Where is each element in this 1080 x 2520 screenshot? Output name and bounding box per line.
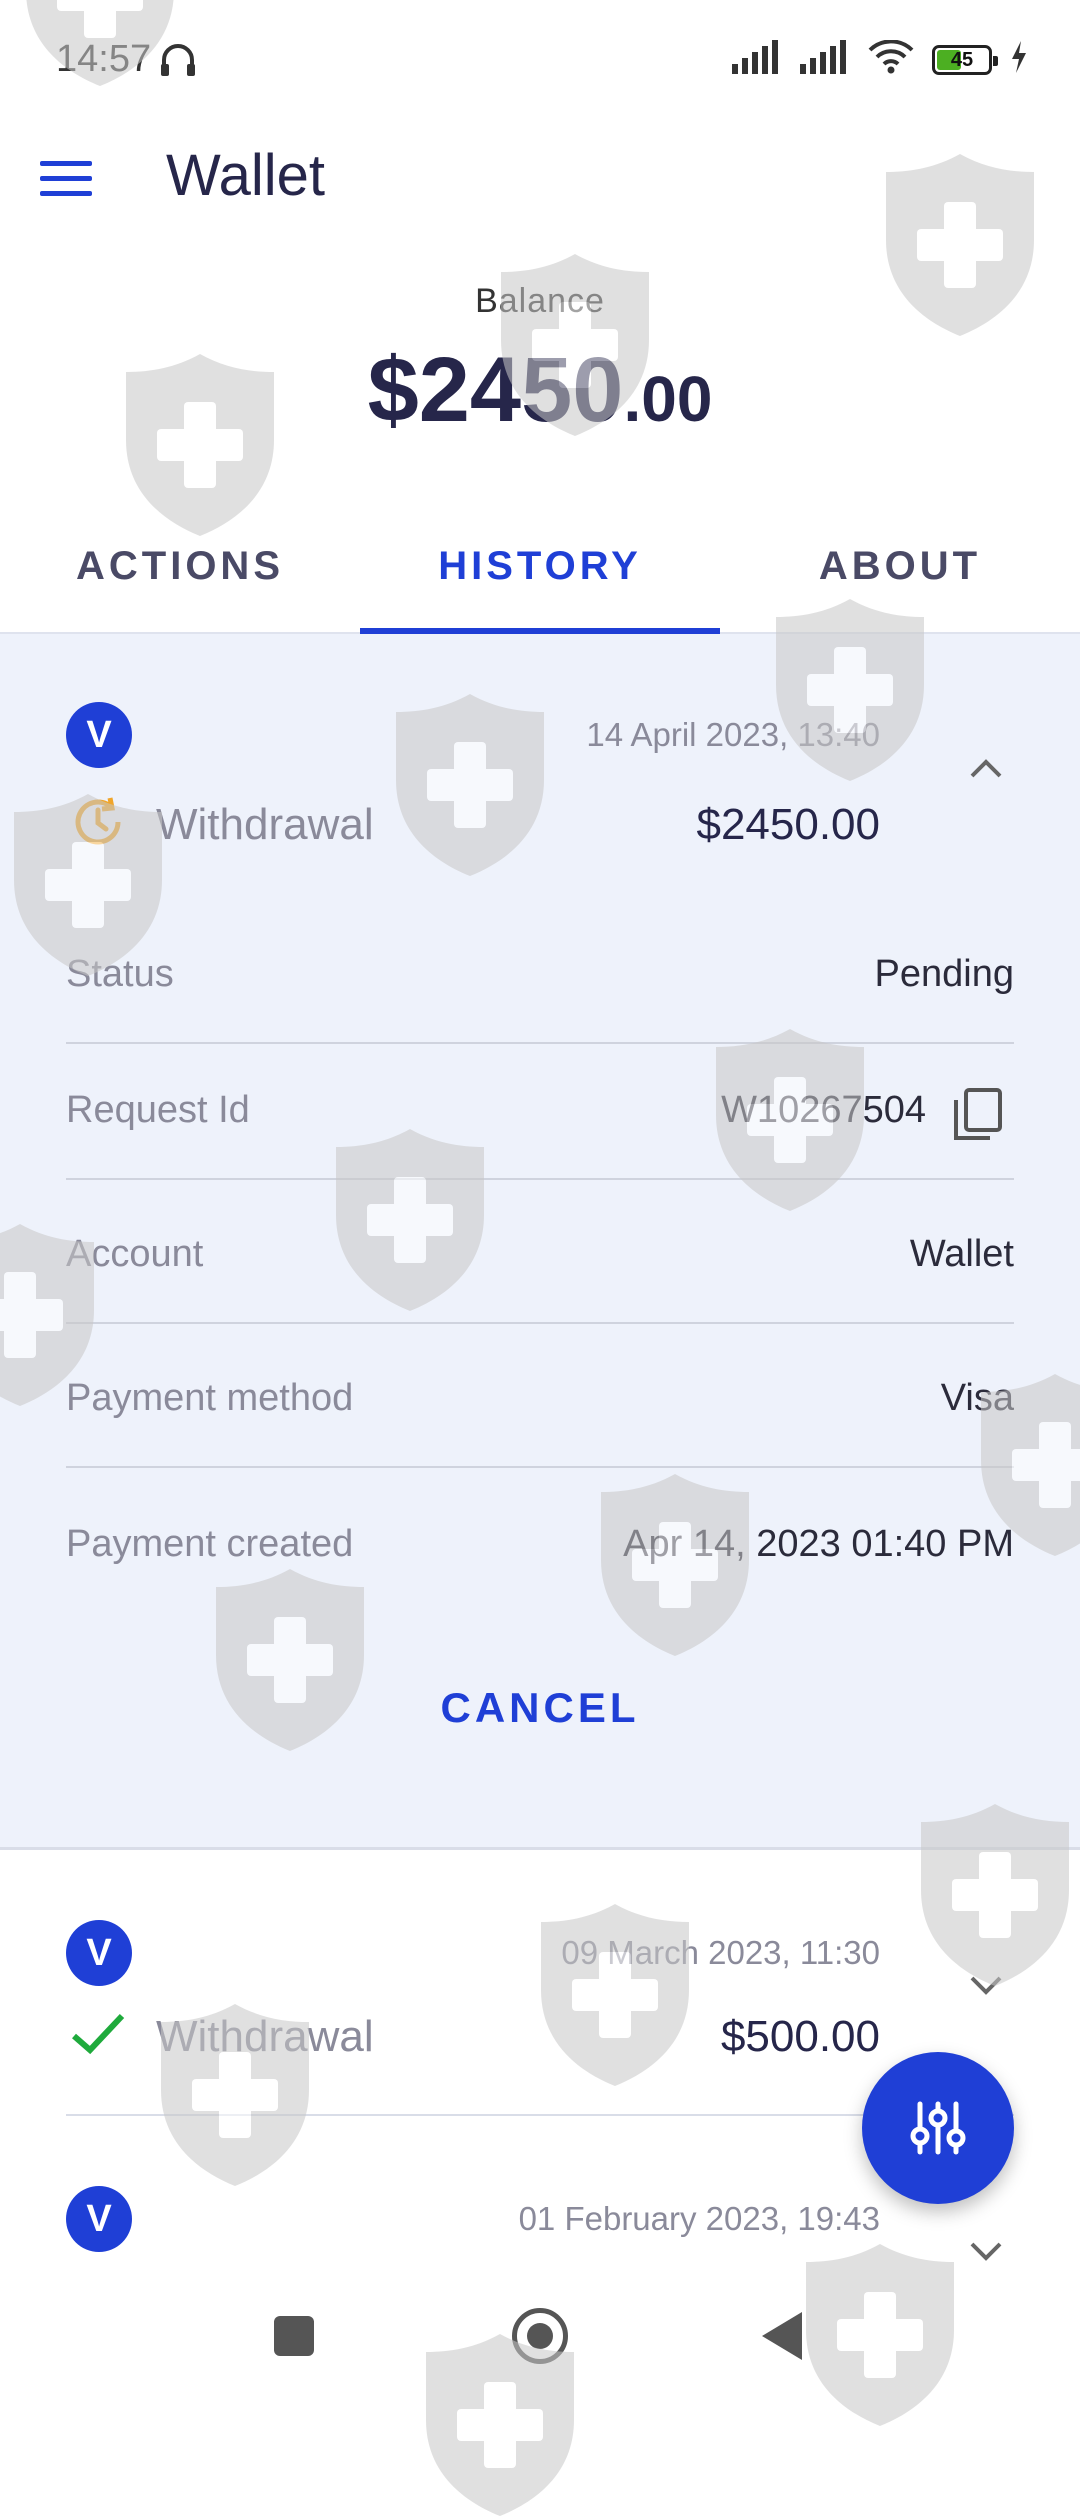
- checkmark-icon: [70, 2010, 126, 2063]
- signal-icon: [732, 40, 782, 79]
- detail-key: Request Id: [66, 1089, 250, 1131]
- detail-row-status: Status Pending: [66, 904, 1014, 1044]
- detail-row-request-id: Request Id W10267504: [66, 1044, 1014, 1180]
- detail-value: Apr 14, 2023 01:40 PM: [623, 1523, 1014, 1565]
- tab-about[interactable]: ABOUT: [720, 500, 1080, 632]
- cancel-button[interactable]: CANCEL: [0, 1684, 1080, 1732]
- detail-value: W10267504: [721, 1089, 926, 1131]
- tab-actions[interactable]: ACTIONS: [0, 500, 360, 632]
- chevron-down-icon[interactable]: [966, 1972, 1006, 1996]
- detail-key: Account: [66, 1233, 204, 1275]
- page-title: Wallet: [166, 143, 325, 208]
- transaction-date: 09 March 2023, 11:30: [561, 1934, 880, 1971]
- system-navigation-bar: [0, 2264, 1080, 2400]
- home-button[interactable]: [512, 2308, 568, 2364]
- transaction-date: 01 February 2023, 19:43: [518, 2200, 880, 2237]
- filter-button[interactable]: [862, 2052, 1014, 2204]
- detail-row-payment-created: Payment created Apr 14, 2023 01:40 PM: [66, 1468, 1014, 1612]
- battery-level: 45: [950, 48, 974, 71]
- balance-amount-integer: $2450: [367, 339, 624, 441]
- balance-amount: $2450.00: [0, 338, 1080, 443]
- tab-bar: ACTIONS HISTORY ABOUT: [0, 500, 1080, 634]
- status-time: 14:57: [56, 38, 152, 80]
- detail-key: Status: [66, 953, 174, 995]
- detail-row-payment-method: Payment method Visa: [66, 1324, 1014, 1468]
- headset-icon: [158, 40, 198, 85]
- visa-badge: V: [66, 1920, 132, 1986]
- transaction-amount: $2450.00: [696, 800, 880, 849]
- detail-value: Pending: [874, 953, 1014, 995]
- recents-button[interactable]: [274, 2316, 314, 2356]
- transaction-type: Withdrawal: [156, 800, 374, 849]
- visa-badge: V: [66, 2186, 132, 2252]
- transaction-type: Withdrawal: [156, 2012, 374, 2061]
- wifi-icon: [868, 39, 914, 79]
- menu-icon[interactable]: [40, 142, 112, 214]
- balance-label: Balance: [475, 282, 605, 320]
- signal-icon-2: [800, 40, 850, 79]
- app-bar: Wallet: [0, 120, 1080, 230]
- status-bar: 14:57 45: [0, 0, 1080, 120]
- copy-icon[interactable]: [950, 1086, 1006, 1142]
- pending-clock-icon: [70, 794, 126, 855]
- tab-history[interactable]: HISTORY: [360, 500, 720, 634]
- balance-amount-decimal: .00: [623, 363, 713, 435]
- detail-key: Payment created: [66, 1523, 354, 1565]
- chevron-up-icon[interactable]: [966, 756, 1006, 780]
- chevron-down-icon[interactable]: [966, 2238, 1006, 2262]
- detail-key: Payment method: [66, 1377, 354, 1419]
- back-button[interactable]: [762, 2312, 802, 2360]
- detail-value: Wallet: [909, 1233, 1014, 1275]
- filter-sliders-icon: [910, 2101, 966, 2155]
- charging-icon: [1010, 41, 1028, 78]
- transaction-card-expanded[interactable]: V 14 April 2023, 13:40 Withdrawal $2450.…: [0, 634, 1080, 1850]
- visa-badge: V: [66, 702, 132, 768]
- detail-value: Visa: [940, 1377, 1014, 1419]
- detail-row-account: Account Wallet: [66, 1180, 1014, 1324]
- battery-icon: 45: [932, 44, 998, 75]
- transaction-amount: $500.00: [720, 2012, 880, 2061]
- transaction-date: 14 April 2023, 13:40: [586, 716, 880, 753]
